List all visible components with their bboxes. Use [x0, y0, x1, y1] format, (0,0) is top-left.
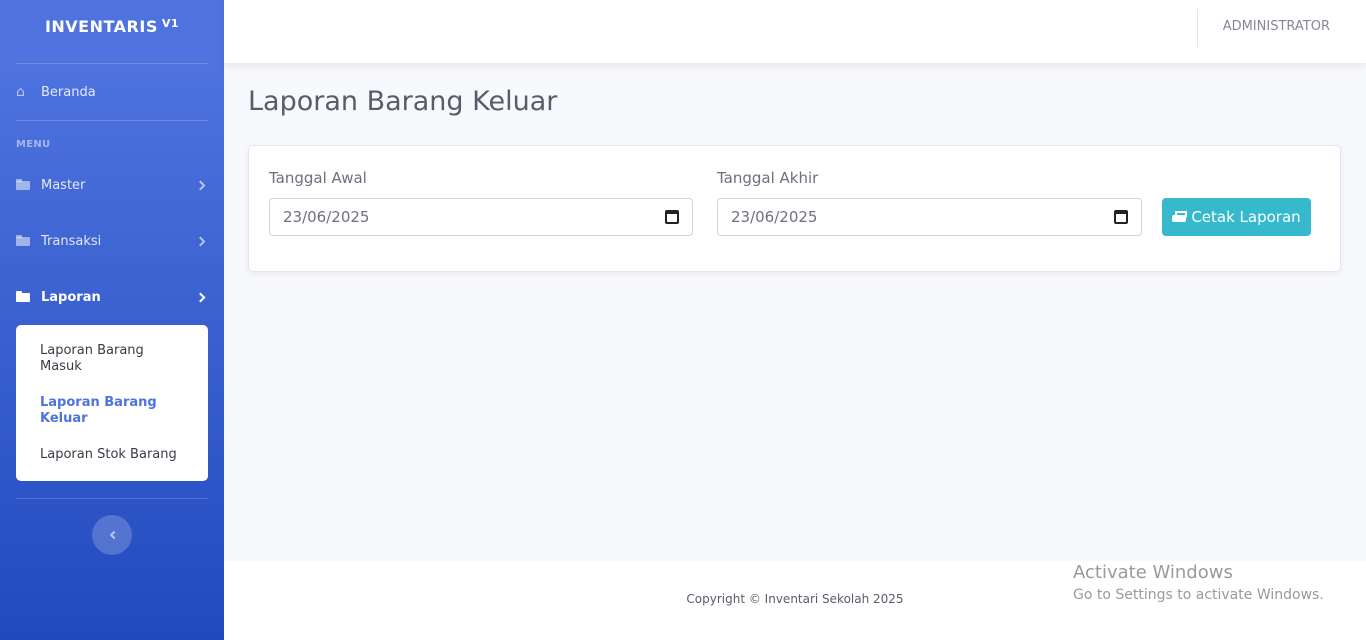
calendar-icon[interactable]	[1114, 210, 1128, 224]
chevron-left-icon	[109, 530, 118, 540]
laporan-submenu: Laporan Barang Masuk Laporan Barang Kelu…	[16, 325, 208, 481]
sidebar: INVENTARIS V1 ⌂ Beranda MENU Master Tran…	[0, 0, 224, 640]
report-filter-card: Tanggal Awal 23/06/2025 Tanggal Akhir 23…	[248, 145, 1341, 272]
chevron-right-icon	[195, 292, 206, 302]
end-date-value: 23/06/2025	[731, 208, 818, 226]
watermark-title: Activate Windows	[1073, 562, 1233, 583]
calendar-icon[interactable]	[665, 210, 679, 224]
folder-icon	[16, 235, 32, 247]
submenu-item-laporan-barang-masuk[interactable]: Laporan Barang Masuk	[16, 333, 208, 385]
start-date-label: Tanggal Awal	[269, 169, 367, 187]
chevron-right-icon	[195, 236, 206, 246]
submenu-item-laporan-stok-barang[interactable]: Laporan Stok Barang	[16, 437, 208, 473]
sidebar-item-label: Transaksi	[41, 233, 102, 249]
submenu-item-laporan-barang-keluar[interactable]: Laporan Barang Keluar	[16, 385, 208, 437]
activate-windows-watermark: Activate Windows Go to Settings to activ…	[1073, 562, 1324, 603]
folder-open-icon	[16, 291, 32, 303]
sidebar-item-laporan[interactable]: Laporan	[0, 269, 224, 325]
sidebar-toggle-button[interactable]	[92, 515, 132, 555]
sidebar-item-transaksi[interactable]: Transaksi	[0, 213, 224, 269]
chevron-right-icon	[195, 180, 206, 190]
end-date-input[interactable]: 23/06/2025	[717, 198, 1142, 236]
user-menu[interactable]: ADMINISTRATOR	[1223, 19, 1330, 34]
start-date-value: 23/06/2025	[283, 208, 370, 226]
page-title: Laporan Barang Keluar	[248, 86, 558, 117]
topbar-divider	[1197, 9, 1198, 47]
print-report-button[interactable]: Cetak Laporan	[1162, 198, 1311, 236]
sidebar-item-label: Master	[41, 177, 86, 193]
brand-version: V1	[161, 17, 180, 30]
brand-logo[interactable]: INVENTARIS V1	[0, 0, 224, 63]
sidebar-item-beranda[interactable]: ⌂ Beranda	[0, 64, 224, 120]
sidebar-heading: MENU	[16, 139, 51, 150]
start-date-input[interactable]: 23/06/2025	[269, 198, 693, 236]
sidebar-item-master[interactable]: Master	[0, 157, 224, 213]
printer-icon	[1172, 211, 1188, 223]
watermark-subtitle: Go to Settings to activate Windows.	[1073, 587, 1324, 603]
home-icon: ⌂	[16, 84, 25, 100]
folder-icon	[16, 179, 32, 191]
sidebar-item-label: Laporan	[41, 289, 101, 305]
brand-name: INVENTARIS	[44, 17, 158, 36]
end-date-label: Tanggal Akhir	[717, 169, 819, 187]
sidebar-divider	[16, 498, 208, 499]
sidebar-item-label: Beranda	[41, 84, 96, 100]
print-report-label: Cetak Laporan	[1191, 208, 1301, 226]
topbar: ADMINISTRATOR	[224, 0, 1366, 63]
